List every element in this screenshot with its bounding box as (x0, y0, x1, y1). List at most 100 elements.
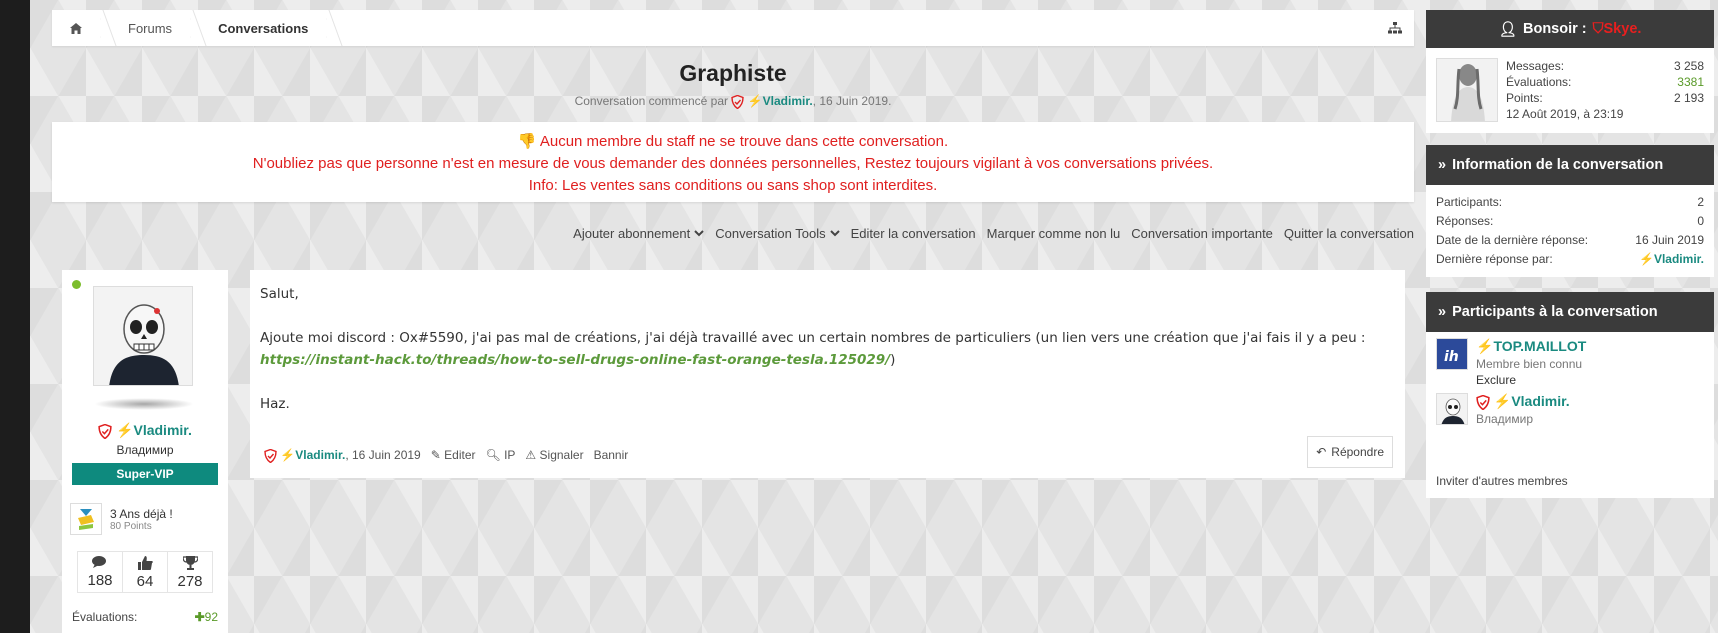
last-reply-user-link[interactable]: ⚡Vladimir. (1639, 250, 1704, 269)
poster-evaluations: Évaluations: ✚92 (72, 610, 218, 624)
participant-item: ⚡Vladimir. Владимир (1426, 387, 1714, 428)
account-panel: 👤︎ Bonsoir : ⛉Skye. Messages: 3 258 Évalu… (1426, 10, 1714, 133)
post-date: , 16 Juin 2019 (345, 448, 421, 462)
info-last-reply-by: Dernière réponse par: ⚡Vladimir. (1436, 250, 1704, 269)
bolt-icon: ⚡ (1493, 393, 1512, 409)
staff-notice: 👎 Aucun membre du staff ne se trouve dan… (52, 122, 1414, 202)
current-username[interactable]: ⛉Skye. (1593, 21, 1642, 37)
post-greeting: Salut, (260, 286, 299, 302)
poster-subtitle: Владимир (116, 443, 174, 457)
notice-line-3: Info: Les ventes sans conditions ou sans… (528, 177, 938, 194)
breadcrumb-conversations[interactable]: Conversations (200, 10, 328, 46)
shield-icon (731, 94, 745, 109)
ip-button[interactable]: 🔍︎ IP (486, 444, 516, 466)
warning-icon: ⚠ (525, 448, 537, 462)
reply-button[interactable]: ↶ Répondre (1307, 436, 1393, 468)
participant-name[interactable]: ⚡TOP.MAILLOT (1476, 338, 1586, 355)
profile-photo (1437, 59, 1497, 121)
subscribe-menu[interactable]: Ajouter abonnement (573, 226, 704, 241)
participant-avatar[interactable] (1436, 393, 1468, 425)
user-icon: 👤︎ (1498, 21, 1517, 38)
participant-title: Владимир (1476, 412, 1534, 426)
poster-name[interactable]: ⚡Vladimir. (62, 422, 228, 439)
thumbs-up-icon (137, 556, 153, 570)
poster-stats: 188 64 278 (77, 551, 213, 593)
double-chevron-icon: » (1438, 157, 1447, 173)
trophies-stat: 278 (168, 552, 212, 592)
participant-name[interactable]: ⚡Vladimir. (1476, 393, 1570, 410)
post-footer: ⚡Vladimir., 16 Juin 2019 ✎ Editer 🔍︎ IP … (264, 444, 628, 466)
participant-title: Membre bien connu (1476, 357, 1583, 371)
post-message: Salut, Ajoute moi discord : Ox#5590, j'a… (250, 270, 1405, 478)
notice-line-2: N'oubliez pas que personne n'est en mesu… (252, 155, 1214, 172)
messages-stat: 188 (78, 552, 123, 592)
post-link[interactable]: https://instant-hack.to/threads/how-to-s… (260, 352, 890, 368)
info-participants: Participants: 2 (1436, 195, 1704, 209)
online-indicator (72, 280, 81, 289)
breadcrumb-home[interactable] (52, 10, 101, 46)
reply-icon: ↶ (1316, 445, 1327, 459)
participant-avatar[interactable]: ih (1436, 338, 1468, 370)
sitemap-button[interactable] (1376, 10, 1414, 46)
post-paragraph: Ajoute moi discord : Ox#5590, j'ai pas m… (260, 330, 1366, 368)
thread-meta: Conversation commencé par ⚡Vladimir., 16… (52, 94, 1414, 109)
post-author-link[interactable]: ⚡Vladimir. (264, 444, 345, 466)
report-button[interactable]: ⚠ Signaler (525, 444, 583, 466)
thread-date: , 16 Juin 2019. (812, 94, 892, 108)
user-title-badge: Super-VIP (72, 463, 218, 485)
double-chevron-icon: » (1438, 304, 1447, 320)
edit-conversation-link[interactable]: Editer la conversation (851, 226, 976, 241)
pencil-icon: ✎ (430, 448, 441, 462)
avatar-shadow (94, 398, 194, 410)
award-points: 80 Points (110, 520, 152, 532)
important-conversation-link[interactable]: Conversation importante (1131, 226, 1273, 241)
my-avatar[interactable] (1436, 58, 1498, 122)
started-by-label: Conversation commencé par (574, 94, 728, 108)
info-header: » Information de la conversation (1426, 145, 1714, 185)
bolt-icon: ⚡ (280, 448, 296, 462)
breadcrumb: Forums Conversations (52, 10, 1414, 46)
account-header: 👤︎ Bonsoir : ⛉Skye. (1426, 10, 1714, 48)
likes-stat: 64 (123, 552, 168, 592)
account-summary: Messages: 3 258 Évaluations: 3381 Points: 2… (1436, 58, 1704, 122)
edit-post-button[interactable]: ✎ Editer (431, 444, 476, 466)
chevron-down-icon (829, 230, 840, 237)
svg-text:ih: ih (1444, 349, 1459, 365)
page: Forums Conversations Graphiste Conversat… (30, 0, 1718, 633)
shield-icon (98, 423, 112, 439)
comments-icon (92, 556, 106, 568)
leave-conversation-link[interactable]: Quitter la conversation (1284, 226, 1414, 241)
search-icon: 🔍︎ (485, 448, 501, 462)
ban-button[interactable]: Bannir (594, 444, 629, 466)
award-icon (70, 503, 102, 535)
thumbs-down-icon: 👎 (517, 133, 537, 150)
bolt-icon: ⚡ (116, 422, 134, 438)
bolt-icon: ⚡ (1639, 252, 1654, 266)
avatar[interactable] (93, 286, 193, 386)
participants-header: » Participants à la conversation (1426, 292, 1714, 332)
trophy-award: 3 Ans déjà ! 80 Points (70, 499, 220, 539)
participants-panel: » Participants à la conversation ih ⚡TOP.… (1426, 292, 1714, 498)
info-last-reply-date: Date de la dernière réponse: 16 Juin 2019 (1436, 233, 1704, 247)
shield-icon (264, 448, 277, 463)
exclude-link[interactable]: Exclure (1476, 373, 1586, 387)
home-icon (70, 22, 82, 34)
conversation-tools-menu[interactable]: Conversation Tools (715, 226, 840, 241)
info-replies: Réponses: 0 (1436, 214, 1704, 228)
conversation-actions: Ajouter abonnement Conversation Tools Ed… (573, 226, 1414, 241)
shield-icon (1476, 394, 1490, 410)
breadcrumb-forums[interactable]: Forums (110, 10, 192, 46)
thread-author[interactable]: ⚡Vladimir. (748, 94, 813, 108)
trophy-icon (181, 556, 199, 570)
bolt-icon: ⚡ (1476, 338, 1494, 354)
notice-line-1: Aucun membre du staff ne se trouve dans … (539, 133, 949, 150)
participant-item: ih ⚡TOP.MAILLOT Membre bien connu Exclur… (1426, 332, 1714, 387)
page-title: Graphiste (679, 60, 787, 86)
invite-members-link[interactable]: Inviter d'autres membres (1436, 474, 1568, 488)
mark-unread-link[interactable]: Marquer comme non lu (987, 226, 1121, 241)
award-title: 3 Ans déjà ! (110, 506, 173, 521)
sitemap-icon (1388, 22, 1402, 34)
chevron-down-icon (694, 230, 704, 237)
bolt-icon: ⚡ (747, 94, 763, 108)
conversation-info-panel: » Information de la conversation Particip… (1426, 145, 1714, 277)
